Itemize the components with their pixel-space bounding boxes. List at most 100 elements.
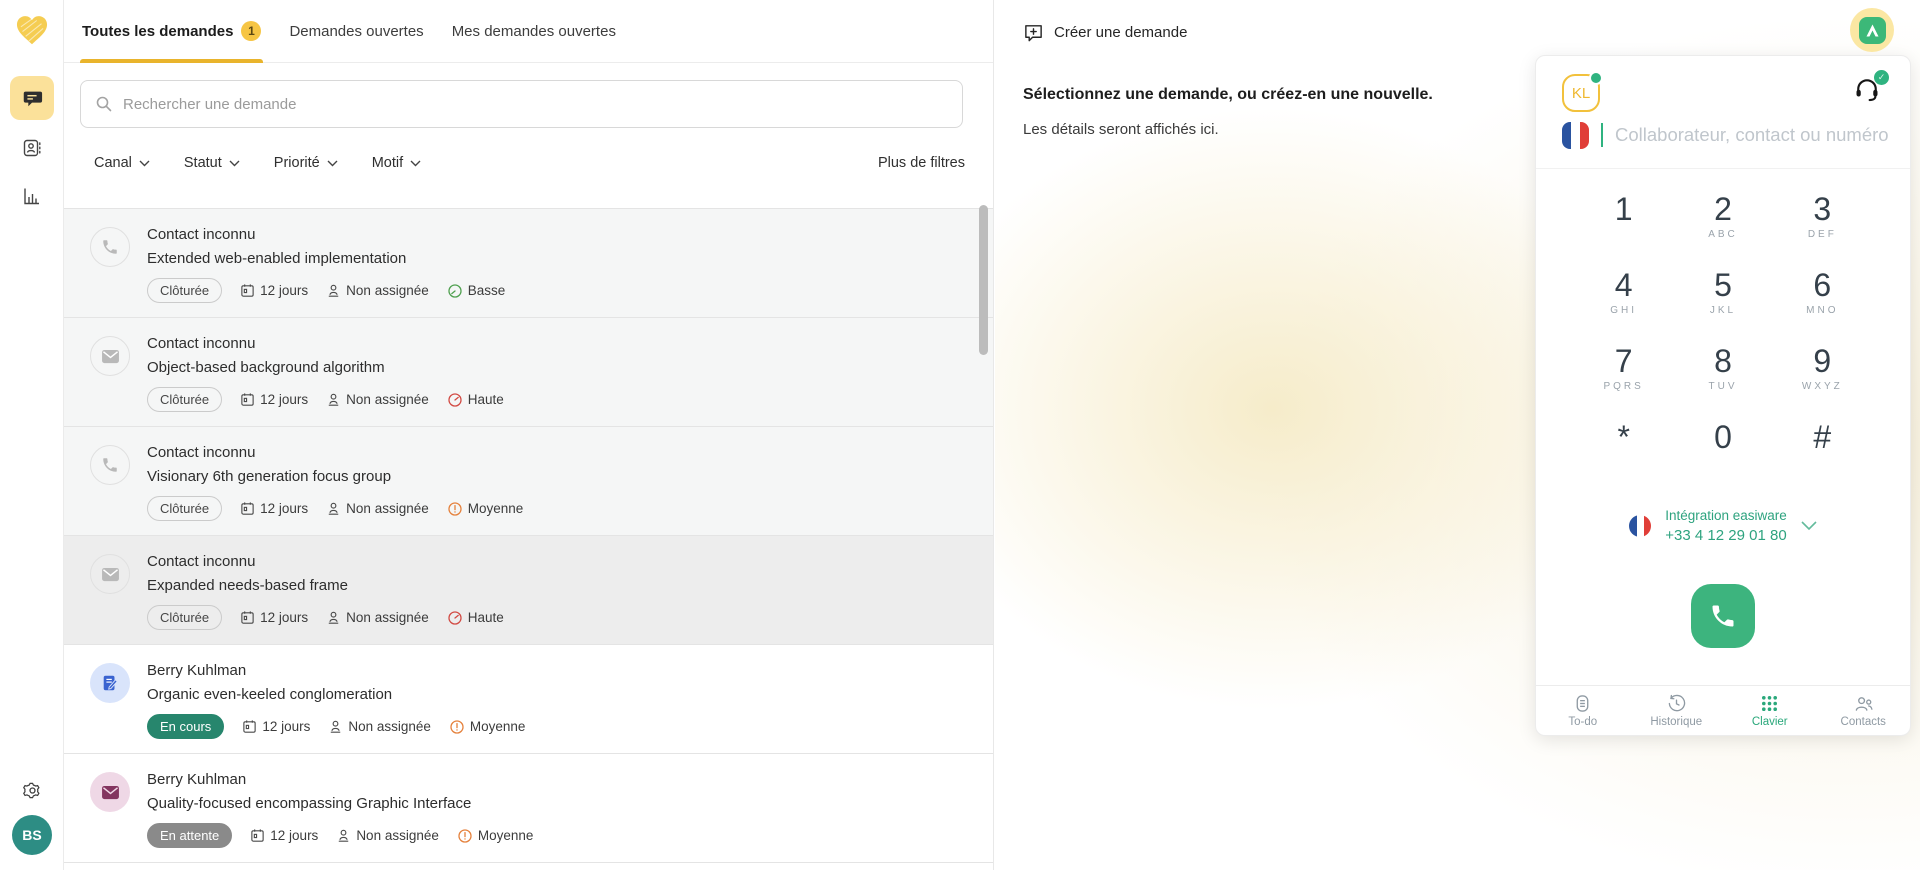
dial-key-letters: JKL — [1710, 305, 1736, 317]
line-number: +33 4 12 29 01 80 — [1665, 527, 1787, 544]
outbound-line-selector[interactable]: Intégration easiware +33 4 12 29 01 80 — [1536, 508, 1910, 544]
ticket-priority: Haute — [468, 392, 504, 407]
filter-statut[interactable]: Statut — [184, 155, 240, 171]
dialer-tab-todo[interactable]: To-do — [1536, 686, 1630, 735]
dial-key-digit: # — [1813, 420, 1831, 454]
contact-card-icon — [22, 138, 42, 158]
ticket-subject: Extended web-enabled implementation — [147, 249, 973, 269]
filter-priorite[interactable]: Priorité — [274, 155, 338, 171]
sidebar-item-messages[interactable] — [10, 76, 54, 120]
tab-open-requests[interactable]: Demandes ouvertes — [287, 0, 425, 63]
dial-key[interactable]: 4 GHI — [1574, 254, 1673, 330]
sidebar-item-stats[interactable] — [14, 178, 50, 214]
ticket-assignee: Non assignée — [348, 719, 431, 734]
dial-key-letters: GHI — [1610, 305, 1637, 317]
dial-key-digit: 4 — [1615, 268, 1633, 302]
call-button[interactable] — [1691, 584, 1755, 648]
dial-key[interactable]: 6 MNO — [1773, 254, 1872, 330]
filter-bar: Canal Statut Priorité Motif Plus de filt… — [94, 147, 965, 179]
dialer-tab-keypad[interactable]: Clavier — [1723, 686, 1817, 735]
dialer-bottom-nav: To-do Historique — [1536, 685, 1910, 735]
calendar-icon — [240, 283, 255, 298]
app-account-avatar[interactable] — [1850, 8, 1894, 52]
email-channel-icon — [101, 349, 120, 364]
dialer-user-avatar[interactable]: KL — [1562, 74, 1600, 112]
dialer-search-row — [1562, 118, 1890, 152]
status-badge: En attente — [147, 823, 232, 848]
dial-key[interactable]: 8 TUV — [1673, 330, 1772, 406]
list-scrollbar-thumb[interactable] — [979, 205, 988, 355]
filter-canal[interactable]: Canal — [94, 155, 150, 171]
dial-key[interactable]: 2 ABC — [1673, 178, 1772, 254]
dial-key-digit: 3 — [1813, 192, 1831, 226]
requests-panel: Toutes les demandes 1 Demandes ouvertes … — [64, 0, 994, 870]
email-channel-icon — [101, 785, 120, 800]
status-badge: Clôturée — [147, 605, 222, 630]
settings-button[interactable] — [14, 772, 50, 808]
channel-avatar — [90, 772, 130, 812]
form-channel-icon — [101, 674, 119, 692]
calendar-icon — [250, 828, 265, 843]
tab-all-requests[interactable]: Toutes les demandes 1 — [80, 0, 263, 63]
filter-motif[interactable]: Motif — [372, 155, 421, 171]
headset-button[interactable]: ✓ — [1852, 74, 1886, 108]
dial-key[interactable]: 3 DEF — [1773, 178, 1872, 254]
chevron-down-icon — [1801, 521, 1817, 531]
bar-chart-icon — [22, 186, 42, 206]
dial-key[interactable]: 0 — [1673, 406, 1772, 482]
channel-avatar — [90, 554, 130, 594]
assignee-icon — [326, 610, 341, 625]
gear-icon — [22, 780, 43, 801]
app-root: BS Toutes les demandes 1 Demandes ouvert… — [0, 0, 1920, 870]
priority-medium-icon — [457, 828, 473, 844]
channel-avatar — [90, 227, 130, 267]
ticket-row[interactable]: Berry Kuhlman Organic even-keeled conglo… — [64, 645, 993, 754]
assignee-icon — [326, 283, 341, 298]
ticket-assignee: Non assignée — [346, 610, 429, 625]
email-channel-icon — [101, 567, 120, 582]
dial-key[interactable]: 1 — [1574, 178, 1673, 254]
line-name: Intégration easiware — [1665, 508, 1787, 523]
dial-keypad: 1 2 ABC 3 DEF 4 GHI 5 JKL 6 MNO 7 PQRS 8… — [1574, 178, 1872, 482]
dialer-tab-contacts[interactable]: Contacts — [1817, 686, 1911, 735]
request-search — [80, 80, 963, 128]
dial-key[interactable]: 9 WXYZ — [1773, 330, 1872, 406]
channel-avatar — [90, 663, 130, 703]
status-badge: Clôturée — [147, 278, 222, 303]
dial-key[interactable]: 5 JKL — [1673, 254, 1772, 330]
ticket-priority: Moyenne — [470, 719, 526, 734]
dial-key-letters: ABC — [1708, 229, 1738, 241]
dialer-search-input[interactable] — [1615, 124, 1890, 146]
create-request-button[interactable]: Créer une demande — [1023, 16, 1187, 48]
tab-my-open-requests[interactable]: Mes demandes ouvertes — [450, 0, 618, 63]
ticket-assignee: Non assignée — [356, 828, 439, 843]
ticket-contact: Contact inconnu — [147, 334, 973, 354]
sidebar-item-contacts[interactable] — [14, 130, 50, 166]
dial-key-digit: 1 — [1615, 192, 1633, 226]
ticket-age: 12 jours — [270, 828, 318, 843]
dial-key[interactable]: # — [1773, 406, 1872, 482]
more-filters-button[interactable]: Plus de filtres — [878, 155, 965, 171]
dial-key-digit: 8 — [1714, 344, 1732, 378]
ticket-row[interactable]: Contact inconnu Object-based background … — [64, 318, 993, 427]
channel-avatar — [90, 336, 130, 376]
contacts-people-icon — [1853, 694, 1874, 713]
priority-high-icon — [447, 610, 463, 626]
ticket-row[interactable]: Contact inconnu Expanded needs-based fra… — [64, 536, 993, 645]
empty-state-subtitle: Les détails seront affichés ici. — [1023, 121, 1433, 138]
dial-key[interactable]: 7 PQRS — [1574, 330, 1673, 406]
dialer-tab-history[interactable]: Historique — [1630, 686, 1724, 735]
ticket-priority: Haute — [468, 610, 504, 625]
ticket-row[interactable]: Berry Kuhlman Quality-focused encompassi… — [64, 754, 993, 863]
calendar-icon — [240, 610, 255, 625]
empty-state: Sélectionnez une demande, ou créez-en un… — [1023, 86, 1433, 138]
user-avatar[interactable]: BS — [12, 815, 52, 855]
new-request-bubble-icon — [1023, 22, 1044, 43]
dial-key[interactable]: * — [1574, 406, 1673, 482]
ticket-row[interactable]: Contact inconnu Extended web-enabled imp… — [64, 209, 993, 318]
calendar-icon — [242, 719, 257, 734]
ticket-priority: Moyenne — [468, 501, 524, 516]
search-input[interactable] — [123, 96, 948, 113]
tab-label: Toutes les demandes — [82, 23, 233, 40]
ticket-row[interactable]: Contact inconnu Visionary 6th generation… — [64, 427, 993, 536]
